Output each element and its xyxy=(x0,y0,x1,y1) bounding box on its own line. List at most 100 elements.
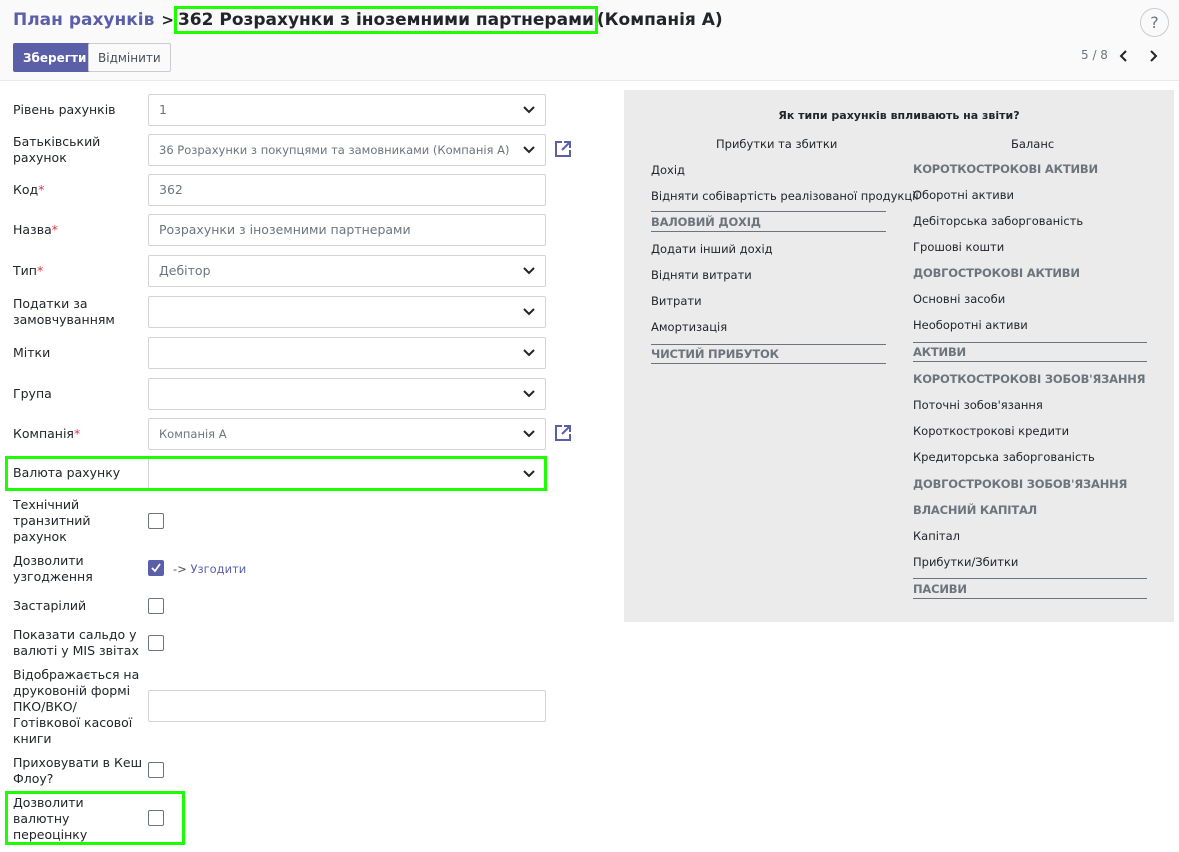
chevron-down-icon xyxy=(523,106,535,114)
group-label: Група xyxy=(13,386,52,401)
external-link-icon[interactable] xyxy=(554,140,572,158)
company-label-text: Компанія xyxy=(13,426,74,441)
pager-previous-button[interactable] xyxy=(1114,44,1134,68)
company-value: Компанія А xyxy=(159,427,227,441)
chevron-down-icon xyxy=(523,349,535,357)
code-value: 362 xyxy=(159,182,183,197)
pl-item: Дохід xyxy=(651,163,685,177)
tags-select[interactable] xyxy=(148,337,546,369)
balance-item: Прибутки/Збитки xyxy=(913,555,1019,569)
name-input[interactable]: Розрахунки з іноземними партнерами xyxy=(148,214,546,246)
pl-item: Витрати xyxy=(651,294,702,308)
balance-heading: ВЛАСНИЙ КАПІТАЛ xyxy=(913,503,1038,517)
pl-item: Відняти витрати xyxy=(651,268,752,282)
code-input[interactable]: 362 xyxy=(148,174,546,206)
breadcrumb-suffix: (Компанія А) xyxy=(596,10,723,30)
external-link-icon[interactable] xyxy=(554,424,572,442)
group-select[interactable] xyxy=(148,378,546,410)
divider xyxy=(913,578,1147,579)
reconcile-checkbox[interactable] xyxy=(148,560,164,576)
pager-next-button[interactable] xyxy=(1143,44,1163,68)
chevron-down-icon xyxy=(523,390,535,398)
deprecated-checkbox[interactable] xyxy=(148,598,164,614)
code-label: Код* xyxy=(13,182,143,198)
pl-header: Прибутки та збитки xyxy=(716,137,838,151)
help-icon: ? xyxy=(1150,13,1159,32)
balance-heading: КОРОТКОСТРОКОВІ АКТИВИ xyxy=(913,162,1098,176)
type-select[interactable]: Дебітор xyxy=(148,255,546,287)
balance-item: Грошові кошти xyxy=(913,240,1005,254)
required-mark: * xyxy=(38,182,45,197)
balance-header: Баланс xyxy=(1011,137,1055,151)
highlight-revaluation-row xyxy=(5,791,185,845)
company-label: Компанія* xyxy=(13,426,143,442)
parent-account-label: Батьківський рахунок xyxy=(13,134,101,165)
chevron-left-icon xyxy=(1119,50,1127,62)
level-select[interactable]: 1 xyxy=(148,94,546,126)
balance-item: Необоротні активи xyxy=(913,318,1028,332)
chevron-right-icon xyxy=(1150,50,1158,62)
balance-item: Основні засоби xyxy=(913,292,1006,306)
breadcrumb: План рахунків > 362 Розрахунки з іноземн… xyxy=(13,6,723,34)
divider xyxy=(651,363,886,364)
highlight-currency-row xyxy=(5,456,547,491)
mis-balance-label: Показати сальдо у валюті у MIS звітах xyxy=(13,627,139,658)
balance-item: Поточні зобов'язання xyxy=(913,398,1043,412)
divider xyxy=(913,598,1147,599)
help-button[interactable]: ? xyxy=(1140,8,1169,37)
code-label-text: Код xyxy=(13,182,39,197)
divider xyxy=(651,344,886,345)
hide-cashflow-label: Приховувати в Кеш Флоу? xyxy=(13,755,143,786)
level-label: Рівень рахунків xyxy=(13,102,116,117)
company-select[interactable]: Компанія А xyxy=(148,418,546,450)
required-mark: * xyxy=(73,426,81,441)
balance-heading: ПАСИВИ xyxy=(913,582,967,596)
discard-button[interactable]: Відмінити xyxy=(88,43,171,72)
balance-item: Кредиторська заборгованість xyxy=(913,450,1095,464)
type-label: Тип* xyxy=(13,263,143,279)
transit-checkbox[interactable] xyxy=(148,513,164,529)
divider xyxy=(913,342,1147,343)
checkmark-icon xyxy=(151,563,161,573)
balance-heading: АКТИВИ xyxy=(913,345,966,359)
divider xyxy=(651,231,886,232)
save-button[interactable]: Зберегти xyxy=(13,43,97,72)
taxes-select[interactable] xyxy=(148,296,546,328)
type-value: Дебітор xyxy=(159,263,211,278)
print-form-input[interactable] xyxy=(148,690,546,722)
breadcrumb-current: 362 Розрахунки з іноземними партнерами xyxy=(173,6,598,34)
balance-item: Короткострокові кредити xyxy=(913,424,1070,438)
tags-label: Мітки xyxy=(13,345,51,360)
pl-item: Амортизація xyxy=(651,320,728,334)
transit-label: Технічний транзитний рахунок xyxy=(13,497,91,544)
parent-account-select[interactable]: 36 Розрахунки з покупцями та замовниками… xyxy=(148,134,546,166)
pager-value[interactable]: 5 / 8 xyxy=(1081,48,1108,62)
reconcile-label: Дозволити узгодження xyxy=(13,553,93,584)
reconcile-link-text: Узгодити xyxy=(190,562,247,576)
breadcrumb-parent-link[interactable]: План рахунків xyxy=(13,10,154,30)
account-types-info-panel: Як типи рахунків впливають на звіти? При… xyxy=(624,90,1174,622)
taxes-label: Податки за замовчуванням xyxy=(13,296,115,327)
name-value: Розрахунки з іноземними партнерами xyxy=(159,222,411,237)
pl-item: Додати інший дохід xyxy=(651,242,773,256)
balance-heading: ДОВГОСТРОКОВІ АКТИВИ xyxy=(913,266,1080,280)
balance-item: Оборотні активи xyxy=(913,188,1015,202)
pl-heading: ВАЛОВИЙ ДОХІД xyxy=(651,215,761,229)
balance-heading: ДОВГОСТРОКОВІ ЗОБОВ'ЯЗАННЯ xyxy=(913,477,1128,491)
reconcile-link-arrow: -> xyxy=(173,562,187,576)
mis-balance-checkbox[interactable] xyxy=(148,635,164,651)
balance-heading: КОРОТКОСТРОКОВІ ЗОБОВ'ЯЗАННЯ xyxy=(913,372,1146,386)
level-value: 1 xyxy=(159,102,167,117)
divider xyxy=(913,361,1147,362)
hide-cashflow-checkbox[interactable] xyxy=(148,762,164,778)
chevron-down-icon xyxy=(523,146,535,154)
reconcile-link[interactable]: -> Узгодити xyxy=(173,562,246,576)
required-mark: * xyxy=(51,222,58,237)
name-label: Назва* xyxy=(13,222,143,238)
deprecated-label: Застарілий xyxy=(13,598,87,613)
pl-heading: ЧИСТИЙ ПРИБУТОК xyxy=(651,347,779,361)
type-label-text: Тип xyxy=(13,263,37,278)
divider xyxy=(651,211,886,212)
chevron-down-icon xyxy=(523,308,535,316)
name-label-text: Назва xyxy=(13,222,52,237)
